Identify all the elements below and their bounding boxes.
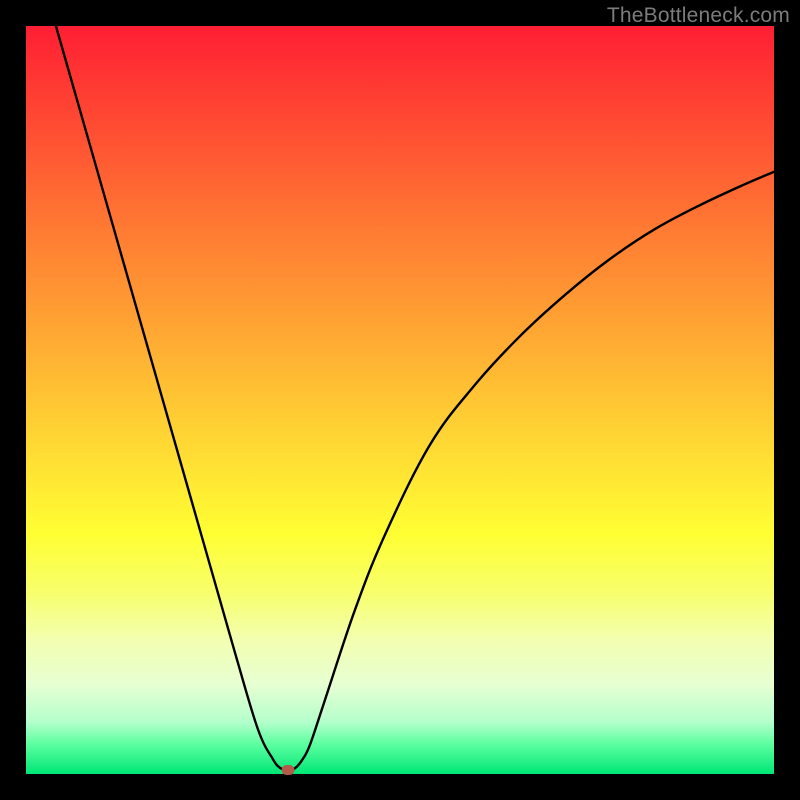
minimum-point-marker	[281, 765, 294, 775]
chart-plot-area	[26, 26, 774, 774]
watermark-text: TheBottleneck.com	[607, 4, 790, 28]
bottleneck-curve	[26, 26, 774, 774]
